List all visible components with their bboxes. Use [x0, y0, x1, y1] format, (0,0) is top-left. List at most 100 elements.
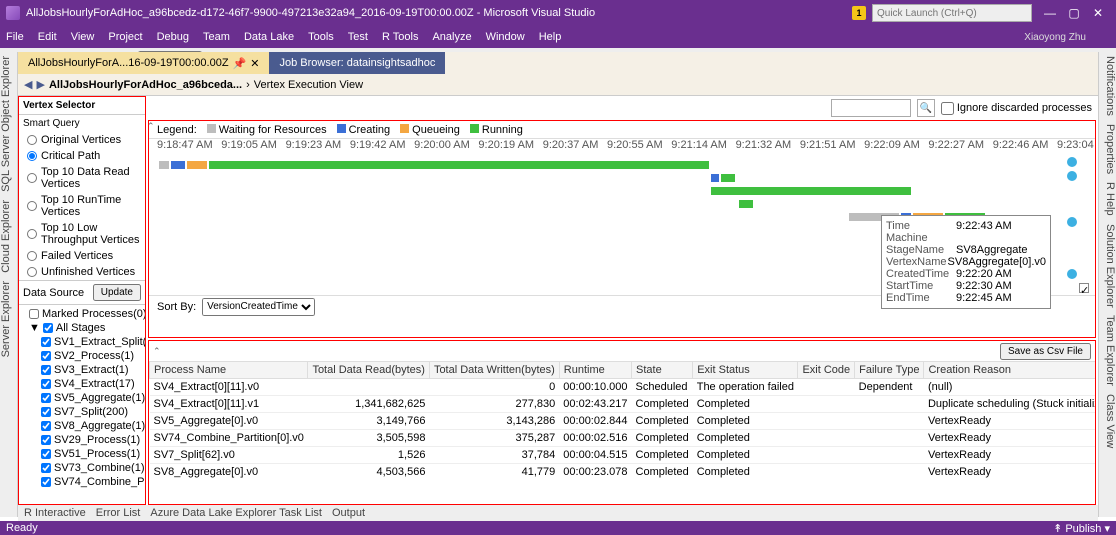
- tab-job-label: AllJobsHourlyForA...16-09-19T00:00.00Z: [28, 57, 229, 69]
- close-button[interactable]: ✕: [1086, 3, 1110, 23]
- server-explorer-tab[interactable]: Server Explorer: [0, 281, 17, 357]
- col-creation-reason[interactable]: Creation Reason: [924, 362, 1095, 379]
- cloud-explorer-tab[interactable]: Cloud Explorer: [0, 200, 17, 273]
- menu-file[interactable]: File: [6, 31, 24, 43]
- breadcrumb-item1[interactable]: AllJobsHourlyForAdHoc_a96bceda...: [49, 79, 242, 91]
- team-explorer-tab[interactable]: Team Explorer: [1099, 315, 1116, 386]
- col-state[interactable]: State: [632, 362, 693, 379]
- radio-top-10-runtime-vertices[interactable]: Top 10 RunTime Vertices: [19, 192, 145, 220]
- nav-back-icon[interactable]: ◀: [24, 78, 32, 91]
- menu-view[interactable]: View: [71, 31, 95, 43]
- process-grid[interactable]: Process NameTotal Data Read(bytes)Total …: [149, 361, 1095, 504]
- radio-original-vertices[interactable]: Original Vertices: [19, 132, 145, 148]
- allstages-checkbox[interactable]: [43, 323, 53, 333]
- menu-rtools[interactable]: R Tools: [382, 31, 418, 43]
- search-input[interactable]: [831, 99, 911, 117]
- radio-critical-path[interactable]: Critical Path: [19, 148, 145, 164]
- time-tick: 9:19:05 AM: [221, 139, 277, 151]
- table-row[interactable]: SV7_Split[62].v01,52637,78400:00:04.515C…: [150, 447, 1096, 464]
- menu-project[interactable]: Project: [108, 31, 142, 43]
- table-row[interactable]: SV4_Extract[0][11].v11,341,682,625277,83…: [150, 396, 1096, 413]
- stage-sv1-extract-split-1-[interactable]: SV1_Extract_Split(1): [23, 335, 141, 349]
- menu-tools[interactable]: Tools: [308, 31, 334, 43]
- publish-button[interactable]: ↟ Publish ▾: [1053, 522, 1110, 535]
- col-failure-type[interactable]: Failure Type: [855, 362, 924, 379]
- ignore-discarded-checkbox[interactable]: Ignore discarded processes: [941, 102, 1092, 115]
- time-tick: 9:21:32 AM: [736, 139, 792, 151]
- sortby-label: Sort By:: [157, 301, 196, 313]
- menu-test[interactable]: Test: [348, 31, 368, 43]
- table-row[interactable]: SV4_Extract[0][11].v0000:00:10.000Schedu…: [150, 379, 1096, 396]
- nav-fwd-icon[interactable]: ▶: [36, 78, 44, 91]
- menu-team[interactable]: Team: [203, 31, 230, 43]
- tab-jobbrowser[interactable]: Job Browser: datainsightsadhoc: [269, 52, 445, 74]
- collapse-icon[interactable]: ⌃: [147, 121, 155, 132]
- sql-explorer-tab[interactable]: SQL Server Object Explorer: [0, 56, 17, 192]
- user-name[interactable]: Xiaoyong Zhu: [1024, 32, 1086, 43]
- stage-sv73-combine-1-[interactable]: SV73_Combine(1): [23, 461, 141, 475]
- stage-sv7-split-200-[interactable]: SV7_Split(200): [23, 405, 141, 419]
- update-button[interactable]: Update: [93, 284, 141, 301]
- r-interactive-tab[interactable]: R Interactive: [24, 507, 86, 519]
- gantt-body[interactable]: Time9:22:43 AM Machine StageNameSV8Aggre…: [149, 155, 1095, 295]
- menu-window[interactable]: Window: [486, 31, 525, 43]
- notifications-tab[interactable]: Notifications: [1099, 56, 1116, 116]
- col-process-name[interactable]: Process Name: [150, 362, 308, 379]
- stage-sv8-aggregate-1-[interactable]: SV8_Aggregate(1): [23, 419, 141, 433]
- menu-datalake[interactable]: Data Lake: [244, 31, 294, 43]
- tree-toggle-icon[interactable]: ▼: [29, 322, 40, 334]
- save-csv-button[interactable]: Save as Csv File: [1000, 343, 1091, 360]
- legend-creating: Creating: [337, 124, 391, 136]
- menu-help[interactable]: Help: [539, 31, 562, 43]
- col-runtime[interactable]: Runtime: [559, 362, 631, 379]
- close-tab-icon[interactable]: ✕: [250, 57, 259, 70]
- table-row[interactable]: SV74_Combine_Partition[0].v03,505,598375…: [150, 430, 1096, 447]
- class-view-tab[interactable]: Class View: [1099, 394, 1116, 448]
- stage-sv2-process-1-[interactable]: SV2_Process(1): [23, 349, 141, 363]
- radio-top-10-low-throughput-vertices[interactable]: Top 10 Low Throughput Vertices: [19, 220, 145, 248]
- pin-icon[interactable]: 📌: [233, 57, 247, 70]
- menu-edit[interactable]: Edit: [38, 31, 57, 43]
- col-exit-status[interactable]: Exit Status: [693, 362, 798, 379]
- stage-sv74-combine-partition-1-[interactable]: SV74_Combine_Partition(1): [23, 475, 141, 489]
- time-tick: 9:21:51 AM: [800, 139, 856, 151]
- time-tick: 9:23:04: [1057, 139, 1094, 151]
- col-total-data-read-bytes-[interactable]: Total Data Read(bytes): [308, 362, 430, 379]
- menu-analyze[interactable]: Analyze: [432, 31, 471, 43]
- col-exit-code[interactable]: Exit Code: [798, 362, 855, 379]
- left-tool-well: SQL Server Object Explorer Cloud Explore…: [0, 52, 18, 517]
- notification-badge[interactable]: 1: [852, 6, 866, 20]
- legend-queueing: Queueing: [400, 124, 460, 136]
- expand-table-icon[interactable]: ⌃: [153, 346, 161, 357]
- stage-sv29-process-1-[interactable]: SV29_Process(1): [23, 433, 141, 447]
- tab-job[interactable]: AllJobsHourlyForA...16-09-19T00:00.00Z 📌…: [18, 52, 269, 74]
- allstages-label: All Stages: [56, 322, 106, 334]
- status-left: Ready: [6, 522, 38, 534]
- table-row[interactable]: SV8_Aggregate[0].v04,503,56641,77900:00:…: [150, 464, 1096, 481]
- adl-task-list-tab[interactable]: Azure Data Lake Explorer Task List: [150, 507, 322, 519]
- stage-sv5-aggregate-1-[interactable]: SV5_Aggregate(1): [23, 391, 141, 405]
- search-icon[interactable]: 🔍: [917, 99, 935, 117]
- properties-tab[interactable]: Properties: [1099, 124, 1116, 174]
- error-list-tab[interactable]: Error List: [96, 507, 141, 519]
- table-row[interactable]: SV5_Aggregate[0].v03,149,7663,143,28600:…: [150, 413, 1096, 430]
- stage-sv3-extract-1-[interactable]: SV3_Extract(1): [23, 363, 141, 377]
- output-tab[interactable]: Output: [332, 507, 365, 519]
- col-total-data-written-bytes-[interactable]: Total Data Written(bytes): [429, 362, 559, 379]
- gantt-slider[interactable]: ✓: [1061, 157, 1089, 293]
- time-tick: 9:22:09 AM: [864, 139, 920, 151]
- restore-button[interactable]: ▢: [1062, 3, 1086, 23]
- radio-failed-vertices[interactable]: Failed Vertices: [19, 248, 145, 264]
- rhelp-tab[interactable]: R Help: [1099, 182, 1116, 216]
- radio-unfinished-vertices[interactable]: Unfinished Vertices: [19, 264, 145, 280]
- stage-sv51-process-1-[interactable]: SV51_Process(1): [23, 447, 141, 461]
- menu-debug[interactable]: Debug: [157, 31, 189, 43]
- marked-checkbox[interactable]: [29, 309, 39, 319]
- stage-sv4-extract-17-[interactable]: SV4_Extract(17): [23, 377, 141, 391]
- bottom-tool-tabs: R Interactive Error List Azure Data Lake…: [18, 505, 1098, 521]
- radio-top-10-data-read-vertices[interactable]: Top 10 Data Read Vertices: [19, 164, 145, 192]
- solution-explorer-tab[interactable]: Solution Explorer: [1099, 224, 1116, 308]
- minimize-button[interactable]: —: [1038, 3, 1062, 23]
- quick-launch-input[interactable]: [872, 4, 1032, 22]
- sortby-dropdown[interactable]: VersionCreatedTime: [202, 298, 315, 316]
